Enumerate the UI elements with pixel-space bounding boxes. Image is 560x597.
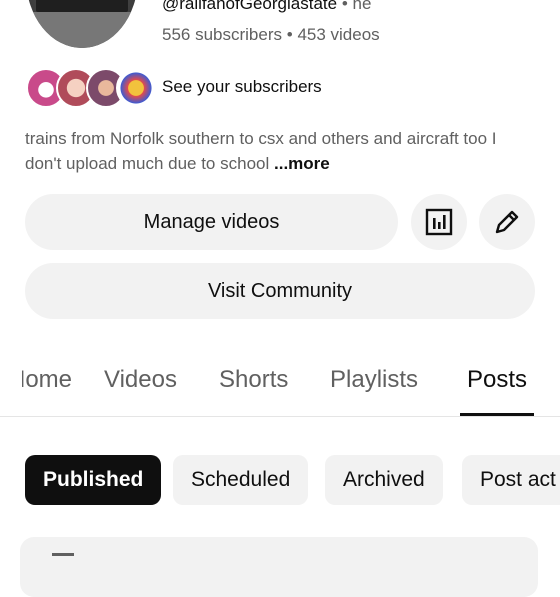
channel-handle: @railfanofGeorgiastate [162,0,338,13]
analytics-icon [425,208,453,236]
channel-handle-suffix: he [352,0,372,13]
tab-videos[interactable]: Videos [104,366,177,394]
visit-community-button[interactable]: Visit Community [25,263,535,319]
video-count: 453 videos [297,25,380,44]
chip-archived[interactable]: Archived [325,455,443,505]
avatar-ground [26,12,138,48]
channel-handle-line: @railfanofGeorgiastate • he [162,0,371,14]
analytics-button[interactable] [411,194,467,250]
tabs-divider [0,416,560,417]
description-text: trains from Norfolk southern to csx and … [25,129,497,173]
manage-videos-label: Manage videos [143,210,280,233]
tab-playlists[interactable]: Playlists [330,366,418,394]
channel-avatar[interactable] [26,0,138,48]
chip-published[interactable]: Published [25,455,162,505]
subscriber-count: 556 subscribers [162,25,283,44]
visit-community-label: Visit Community [207,279,353,302]
subscriber-avatar [116,68,156,108]
pencil-icon [495,210,519,234]
chip-post-activity[interactable]: Post act [462,455,560,505]
description-more-link[interactable]: ...more [274,154,330,173]
chip-scheduled[interactable]: Scheduled [173,455,309,505]
tab-home[interactable]: Home [22,366,72,394]
create-post-card[interactable] [20,537,538,597]
tab-shorts[interactable]: Shorts [219,366,288,394]
avatar-train [36,0,128,12]
stats-separator: • [286,25,293,44]
channel-stats: 556 subscribers • 453 videos [162,25,380,45]
channel-description[interactable]: trains from Norfolk southern to csx and … [25,126,535,176]
edit-channel-button[interactable] [479,194,535,250]
compose-icon [52,553,74,562]
manage-videos-button[interactable]: Manage videos [25,194,398,250]
tab-posts[interactable]: Posts [467,366,527,394]
see-subscribers-link[interactable]: See your subscribers [162,77,322,97]
